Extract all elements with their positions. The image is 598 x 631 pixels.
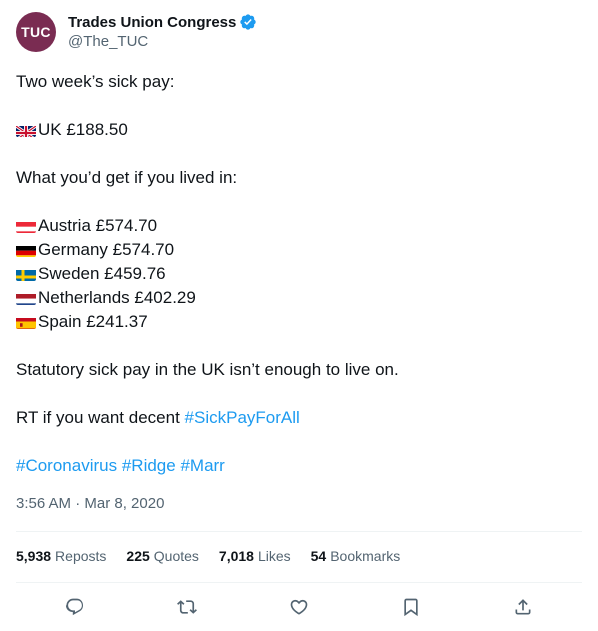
bookmarks-count: 54 bbox=[310, 548, 327, 564]
reposts-stat[interactable]: 5,938 Reposts bbox=[16, 548, 106, 564]
likes-stat[interactable]: 7,018 Likes bbox=[219, 548, 291, 564]
bookmark-icon[interactable] bbox=[400, 596, 422, 618]
hashtags-line: #Coronavirus #Ridge #Marr bbox=[16, 454, 582, 478]
intro-text: Two week’s sick pay: bbox=[16, 72, 175, 91]
tweet-text: Two week’s sick pay: UK £188.50 What you… bbox=[16, 70, 582, 478]
display-name[interactable]: Trades Union Congress bbox=[68, 14, 236, 31]
hashtag-link[interactable]: #Ridge bbox=[122, 454, 176, 478]
country-line-spain: Spain £241.37 bbox=[16, 310, 582, 334]
country-line-sweden: Sweden £459.76 bbox=[16, 262, 582, 286]
quotes-count: 225 bbox=[126, 548, 150, 564]
bookmarks-stat[interactable]: 54 Bookmarks bbox=[311, 548, 401, 564]
name-row: Trades Union Congress bbox=[68, 12, 257, 32]
reposts-count: 5,938 bbox=[16, 548, 52, 564]
tweet-header: TUC Trades Union Congress @The_TUC bbox=[16, 12, 257, 52]
spain-flag-icon bbox=[16, 315, 36, 329]
likes-count: 7,018 bbox=[218, 548, 254, 564]
repost-icon[interactable] bbox=[176, 596, 198, 618]
text-line: Two week’s sick pay: bbox=[16, 70, 582, 94]
uk-value: UK £188.50 bbox=[38, 120, 128, 139]
quotes-label: Quotes bbox=[153, 548, 199, 564]
lived-in-text: What you’d get if you lived in: bbox=[16, 168, 238, 187]
country-line-netherlands: Netherlands £402.29 bbox=[16, 286, 582, 310]
hashtag-link[interactable]: #Coronavirus bbox=[16, 454, 117, 478]
divider bbox=[16, 531, 582, 532]
text-line: RT if you want decent #SickPayForAll bbox=[16, 406, 582, 430]
germany-flag-icon bbox=[16, 243, 36, 257]
divider bbox=[16, 582, 582, 583]
reposts-label: Reposts bbox=[55, 548, 107, 564]
reply-icon[interactable] bbox=[64, 596, 86, 618]
likes-label: Likes bbox=[257, 548, 291, 564]
text-line: What you’d get if you lived in: bbox=[16, 166, 582, 190]
verified-badge-icon bbox=[239, 13, 257, 31]
country-value: Austria £574.70 bbox=[38, 216, 158, 235]
country-line-germany: Germany £574.70 bbox=[16, 238, 582, 262]
hashtag-link[interactable]: #SickPayForAll bbox=[185, 406, 300, 430]
share-icon[interactable] bbox=[512, 596, 534, 618]
country-line-austria: Austria £574.70 bbox=[16, 214, 582, 238]
rt-text: RT if you want decent bbox=[16, 408, 185, 427]
netherlands-flag-icon bbox=[16, 291, 36, 305]
avatar[interactable]: TUC bbox=[16, 12, 56, 52]
statement-text: Statutory sick pay in the UK isn’t enoug… bbox=[16, 360, 399, 379]
tweet: TUC Trades Union Congress @The_TUC Two w… bbox=[0, 0, 598, 631]
uk-flag-icon bbox=[16, 123, 36, 137]
austria-flag-icon bbox=[16, 219, 36, 233]
sweden-flag-icon bbox=[16, 267, 36, 281]
country-value: Sweden £459.76 bbox=[38, 264, 166, 283]
like-icon[interactable] bbox=[288, 596, 310, 618]
uk-line: UK £188.50 bbox=[16, 118, 582, 142]
text-line: Statutory sick pay in the UK isn’t enoug… bbox=[16, 358, 582, 382]
hashtag-link[interactable]: #Marr bbox=[180, 454, 224, 478]
author-names: Trades Union Congress @The_TUC bbox=[68, 12, 257, 52]
handle[interactable]: @The_TUC bbox=[68, 32, 257, 52]
bookmarks-label: Bookmarks bbox=[330, 548, 401, 564]
country-value: Netherlands £402.29 bbox=[38, 288, 196, 307]
timestamp[interactable]: 3:56 AM · Mar 8, 2020 bbox=[16, 495, 164, 512]
country-value: Germany £574.70 bbox=[38, 240, 175, 259]
quotes-stat[interactable]: 225 Quotes bbox=[126, 548, 199, 564]
engagement-stats: 5,938 Reposts 225 Quotes 7,018 Likes 54 Book… bbox=[16, 548, 420, 564]
action-bar bbox=[16, 596, 582, 618]
country-value: Spain £241.37 bbox=[38, 312, 148, 331]
